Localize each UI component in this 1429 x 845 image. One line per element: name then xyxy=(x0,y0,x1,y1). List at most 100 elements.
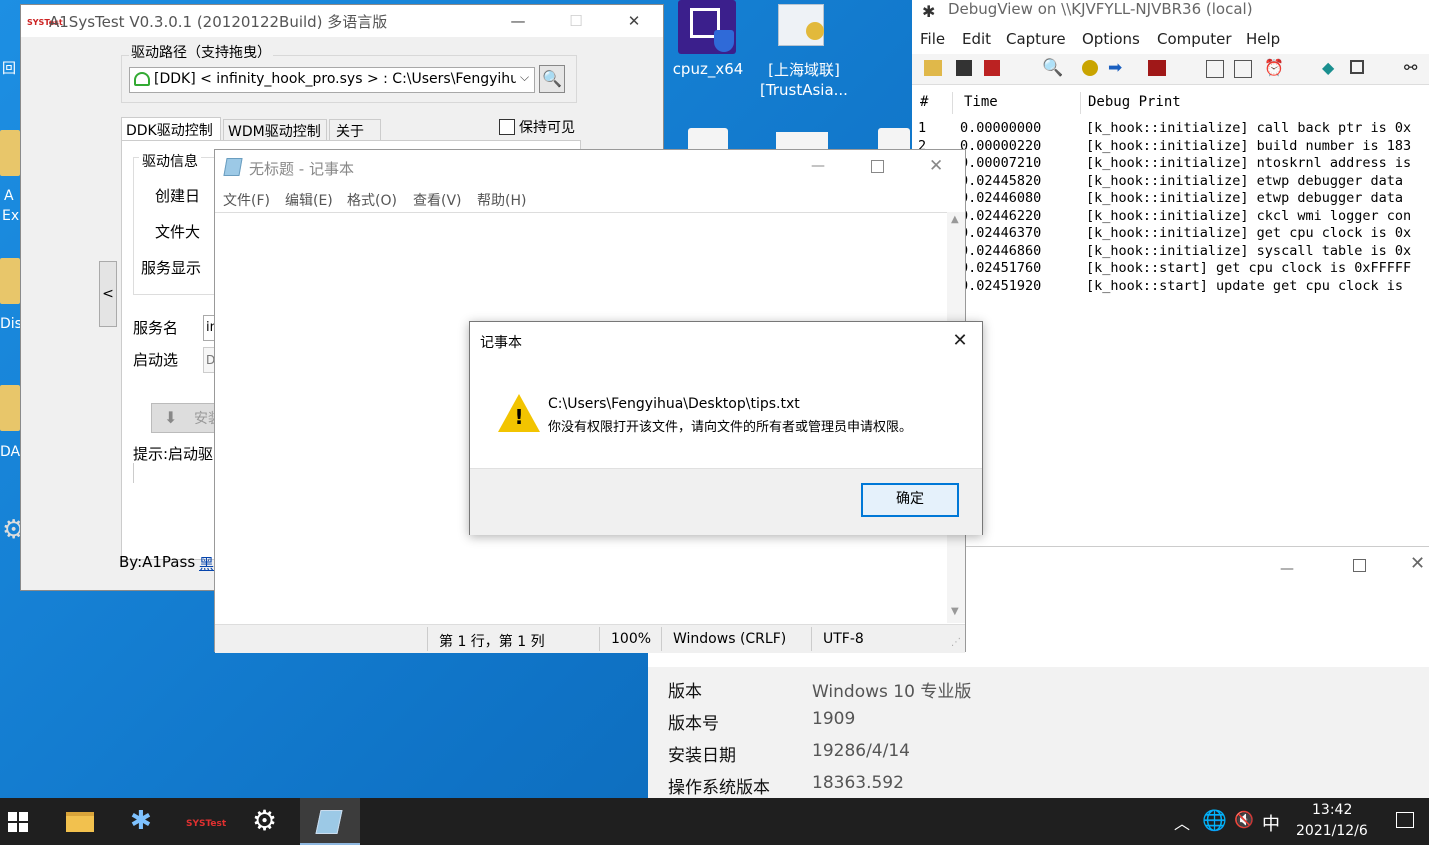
chevron-down-icon[interactable]: ⌵ xyxy=(520,70,529,85)
install-button[interactable]: ⬇ 安装 xyxy=(151,403,217,433)
debugview-window[interactable]: ✱ DebugView on \\KJVFYLL-NJVBR36 (local)… xyxy=(912,0,1429,548)
settings-icon[interactable]: ⚙ xyxy=(252,804,277,837)
file-explorer-icon[interactable] xyxy=(66,812,94,832)
filter-icon[interactable] xyxy=(1148,60,1166,76)
browse-search-button[interactable]: 🔍 xyxy=(539,65,565,93)
menu-file[interactable]: File xyxy=(920,30,945,48)
log-row-message: [k_hook::initialize] etwp debugger data xyxy=(1086,172,1403,189)
log-row[interactable]: 50.02446080[k_hook::initialize] etwp deb… xyxy=(912,190,1429,207)
log-row[interactable]: 60.02446220[k_hook::initialize] ckcl wmi… xyxy=(912,208,1429,225)
debugview-titlebar[interactable]: ✱ DebugView on \\KJVFYLL-NJVBR36 (local) xyxy=(912,0,1429,28)
clock-icon[interactable]: ⏰ xyxy=(1264,58,1284,77)
document-icon[interactable] xyxy=(878,128,910,150)
menu-options[interactable]: Options xyxy=(1082,30,1140,48)
log-row[interactable]: 90.02451760[k_hook::start] get cpu clock… xyxy=(912,260,1429,277)
desktop-folder-icon[interactable] xyxy=(0,130,20,176)
dialog-close-button[interactable]: ✕ xyxy=(940,326,980,356)
minimize-icon[interactable]: — xyxy=(1280,561,1294,577)
clock-date[interactable]: 2021/12/6 xyxy=(1296,823,1368,839)
menu-file[interactable]: 文件(F) xyxy=(223,190,270,210)
keep-visible-checkbox[interactable] xyxy=(499,119,515,135)
menu-edit[interactable]: 编辑(E) xyxy=(285,190,333,210)
connect-icon[interactable] xyxy=(1350,60,1364,74)
binoculars-icon[interactable]: ⚯ xyxy=(1404,58,1417,77)
keep-visible-label: 保持可见 xyxy=(519,120,575,136)
log-row[interactable]: 80.02446860[k_hook::initialize] syscall … xyxy=(912,243,1429,260)
notepad-titlebar[interactable]: 无标题 - 记事本 — ✕ xyxy=(215,150,965,182)
maximize-icon[interactable] xyxy=(871,160,884,173)
desktop-label-da[interactable]: DA xyxy=(0,444,20,460)
menu-help[interactable]: Help xyxy=(1246,30,1280,48)
log-row-time: 0.02446370 xyxy=(960,225,1042,241)
log-row[interactable]: 30.00007210[k_hook::initialize] ntoskrnl… xyxy=(912,155,1429,172)
debugview-icon[interactable]: ✱ xyxy=(130,806,152,836)
author-link[interactable]: 黑 xyxy=(199,553,214,574)
document-icon[interactable] xyxy=(776,132,828,150)
log-row-message: [k_hook::initialize] syscall table is 0x xyxy=(1086,242,1412,259)
document-icon[interactable] xyxy=(688,128,728,150)
log-row[interactable]: 2 0.00000220 [k_hook::initialize] build nu… xyxy=(912,138,1429,155)
a1systest-icon[interactable]: SYSTest xyxy=(186,806,226,836)
minimize-button[interactable]: — xyxy=(495,5,541,37)
permission-error-dialog[interactable]: 记事本 ✕ ! C:\Users\Fengyihua\Desktop\tips.… xyxy=(469,321,983,535)
history-icon[interactable] xyxy=(1206,60,1224,78)
menu-view[interactable]: 查看(V) xyxy=(413,190,462,210)
save-icon[interactable] xyxy=(956,60,972,76)
resize-grip-icon[interactable]: ⋰ xyxy=(951,637,961,648)
menu-help[interactable]: 帮助(H) xyxy=(477,190,526,210)
desktop-label-recycle[interactable]: 回 xyxy=(2,58,16,78)
highlight-icon[interactable]: ◆ xyxy=(1322,58,1334,77)
log-row[interactable]: 100.02451920[k_hook::start] update get c… xyxy=(912,278,1429,295)
col-header-debug-print[interactable]: Debug Print xyxy=(1088,94,1181,110)
col-header-time[interactable]: Time xyxy=(964,94,998,110)
maximize-button[interactable]: ☐ xyxy=(553,5,599,37)
driver-icon xyxy=(134,72,150,86)
clear-icon[interactable] xyxy=(984,60,1000,76)
about-value: 18363.592 xyxy=(812,773,904,793)
desktop-label-ex[interactable]: Ex xyxy=(2,208,19,224)
col-header-num[interactable]: # xyxy=(920,94,928,110)
ok-button[interactable]: 确定 xyxy=(861,483,959,517)
close-button[interactable]: ✕ xyxy=(611,5,657,37)
desktop-folder-icon[interactable] xyxy=(0,385,20,431)
cpuz-icon[interactable] xyxy=(678,0,736,54)
tab-ddk[interactable]: DDK驱动控制 xyxy=(121,117,221,141)
debugview-log-list[interactable]: 1 0.00000000 [k_hook::initialize] call bac… xyxy=(912,120,1429,300)
notification-icon[interactable] xyxy=(1396,812,1414,828)
log-row[interactable]: 1 0.00000000 [k_hook::initialize] call bac… xyxy=(912,120,1429,137)
maximize-icon[interactable] xyxy=(1353,559,1366,572)
a1-titlebar[interactable]: SYSTest A1SysTest V0.3.0.1 (20120122Buil… xyxy=(21,5,663,37)
menu-format[interactable]: 格式(O) xyxy=(347,190,397,210)
notepad-icon[interactable] xyxy=(300,798,360,845)
log-row[interactable]: 70.02446370[k_hook::initialize] get cpu … xyxy=(912,225,1429,242)
scroll-down-icon[interactable]: ▼ xyxy=(951,606,959,617)
desktop-folder-icon[interactable] xyxy=(0,258,20,304)
driver-path-combo[interactable]: [DDK] < infinity_hook_pro.sys > : C:\Use… xyxy=(129,67,535,93)
autoscroll-icon[interactable]: ➡ xyxy=(1108,58,1122,78)
windows-start-icon[interactable] xyxy=(8,812,28,832)
desktop-icon-trustasia-label[interactable]: [上海域联] [TrustAsia... xyxy=(752,60,856,100)
desktop-icon-cpuz-label[interactable]: cpuz_x64 xyxy=(668,60,748,78)
open-icon[interactable] xyxy=(924,60,942,76)
ime-indicator[interactable]: 中 xyxy=(1262,810,1280,836)
volume-muted-icon[interactable]: 🔇 xyxy=(1234,810,1254,829)
menu-computer[interactable]: Computer xyxy=(1157,30,1232,48)
desktop-label-a[interactable]: A xyxy=(4,188,14,204)
close-icon[interactable]: ✕ xyxy=(1410,553,1425,574)
certificate-icon[interactable] xyxy=(776,0,832,54)
menu-capture[interactable]: Capture xyxy=(1006,30,1066,48)
tab-wdm[interactable]: WDM驱动控制 xyxy=(223,119,327,141)
capture-icon[interactable] xyxy=(1082,60,1098,76)
clock-time[interactable]: 13:42 xyxy=(1312,802,1352,818)
log-row[interactable]: 40.02445820[k_hook::initialize] etwp deb… xyxy=(912,173,1429,190)
tab-about[interactable]: 关于 xyxy=(329,119,381,141)
list-icon[interactable] xyxy=(1234,60,1252,78)
find-icon[interactable]: 🔍 xyxy=(1042,58,1063,78)
network-globe-icon[interactable]: 🌐 xyxy=(1202,808,1227,832)
collapse-button[interactable]: < xyxy=(99,261,117,327)
chevron-up-icon[interactable]: ︿ xyxy=(1174,810,1190,834)
menu-edit[interactable]: Edit xyxy=(962,30,991,48)
scroll-up-icon[interactable]: ▲ xyxy=(951,214,959,225)
close-icon[interactable]: ✕ xyxy=(929,156,943,176)
minimize-icon[interactable]: — xyxy=(811,158,825,174)
